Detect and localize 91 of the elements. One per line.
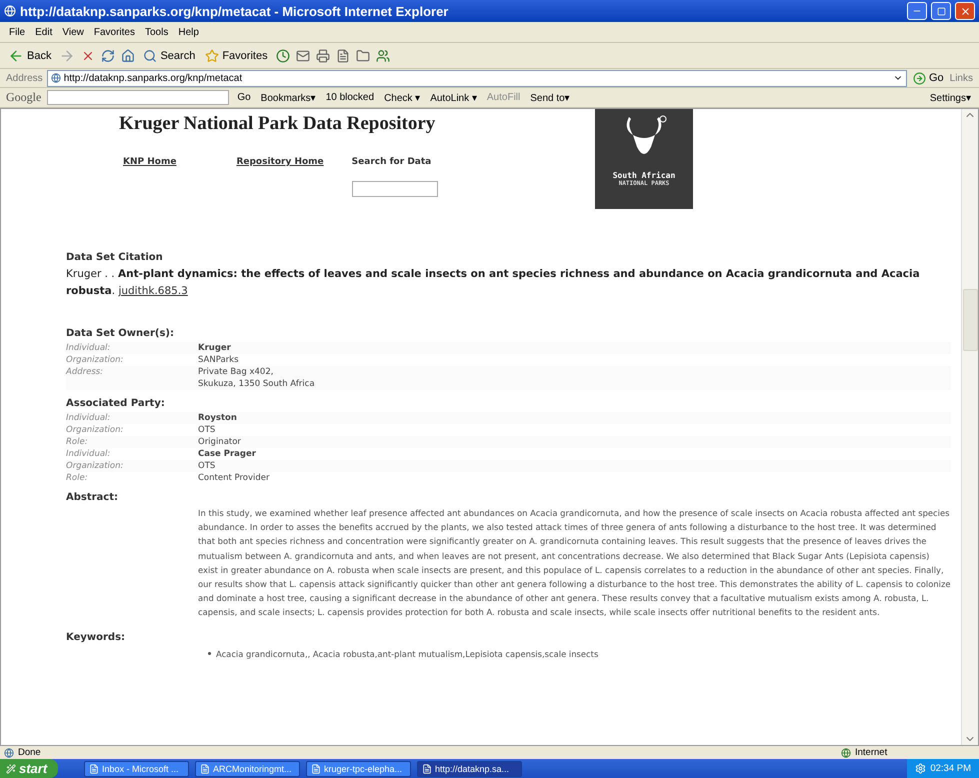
page-icon [4, 748, 14, 758]
minimize-button[interactable] [907, 2, 927, 20]
menu-item[interactable]: Favorites [90, 26, 138, 38]
maximize-button[interactable] [931, 2, 951, 20]
citation-link[interactable]: judithk.685.3 [118, 285, 188, 297]
search-input[interactable] [352, 181, 438, 197]
taskbar-button[interactable]: ARCMonitoringmt... [195, 760, 300, 776]
favorites-button[interactable]: Favorites [203, 48, 270, 62]
field-label: Address: [66, 366, 104, 379]
close-button[interactable] [955, 2, 975, 20]
print-button[interactable] [316, 48, 330, 62]
search-button[interactable]: Search [141, 48, 198, 62]
bullet-icon [208, 652, 211, 656]
field-label: Organization: [66, 424, 124, 436]
globe-icon [841, 748, 851, 758]
document-icon [311, 764, 321, 774]
zone-text: Internet [855, 747, 888, 758]
start-button[interactable]: start [0, 759, 58, 778]
window-title: http://dataknp.sanparks.org/knp/metacat - Microsoft Internet Explorer [20, 4, 450, 18]
field-label: Individual: [66, 448, 112, 460]
section-heading: Associated Party: [66, 398, 166, 409]
menu-item[interactable]: Help [175, 26, 202, 38]
menu-item[interactable]: Tools [142, 26, 172, 38]
refresh-button[interactable] [101, 48, 116, 62]
field-value: Originator [198, 436, 241, 448]
citation-text: Kruger . . Ant-plant dynamics: the effects of leaves and scale insects on ant species richness and abundance on Acacia grandicornuta and Acacia robusta. judithk.685.3 [66, 267, 921, 299]
menu-item[interactable]: File [6, 26, 28, 38]
go-button[interactable]: Go [910, 72, 946, 84]
toolbar-item[interactable]: Bookmarks▾ [258, 92, 318, 104]
site-title: Kruger National Park Data Repository [119, 113, 436, 135]
toolbar-item[interactable]: Check ▾ [382, 92, 422, 104]
edit-button[interactable] [336, 48, 350, 62]
field-label: Role: [66, 472, 89, 484]
wand-icon [6, 764, 16, 774]
taskbar-button[interactable]: http://dataknp.sa... [417, 760, 522, 776]
section-heading: Data Set Owner(s): [66, 328, 175, 339]
home-button[interactable] [121, 48, 136, 62]
maximize-icon [936, 6, 946, 16]
taskbar-button[interactable]: Inbox - Microsoft ... [84, 760, 189, 776]
messenger-button[interactable] [376, 48, 390, 62]
field-label: Individual: [66, 412, 112, 424]
toolbar-item[interactable]: Go [235, 92, 253, 103]
links-label[interactable]: Links [950, 72, 973, 84]
field-value: Skukuza, 1350 South Africa [198, 378, 315, 390]
page-icon [50, 73, 61, 83]
field-label: Organization: [66, 354, 124, 366]
mail-button[interactable] [296, 48, 310, 62]
clock-text: 02:34 PM [930, 763, 971, 774]
address-field[interactable]: http://dataknp.sanparks.org/knp/metacat [46, 70, 907, 86]
toolbar-item[interactable]: AutoLink ▾ [428, 92, 479, 104]
field-value: Case Prager [198, 448, 256, 460]
close-icon [960, 6, 970, 16]
field-value: OTS [198, 460, 216, 472]
section-heading: Keywords: [66, 632, 126, 643]
status-text: Done [18, 747, 41, 758]
field-label: Role: [66, 436, 89, 448]
field-label: Organization: [66, 460, 124, 472]
address-label: Address [6, 72, 43, 84]
field-value: SANParks [198, 354, 239, 366]
folder-button[interactable] [356, 48, 370, 62]
menu-item[interactable]: View [59, 26, 87, 38]
taskbar-button[interactable]: kruger-tpc-elepha... [306, 760, 411, 776]
search-label: Search for Data [352, 157, 432, 167]
field-value: Content Provider [198, 472, 270, 484]
toolbar-item[interactable]: 10 blocked [324, 92, 376, 103]
keyword-text: Acacia grandicornuta,, Acacia robusta,ant-plant mutualism,Lepisiota capensis,scale insects [216, 648, 598, 659]
menu-item[interactable]: Edit [32, 26, 56, 38]
search-icon [143, 48, 158, 62]
field-value: Royston [198, 412, 237, 424]
scroll-thumb[interactable] [962, 289, 978, 351]
section-heading: Data Set Citation [66, 252, 164, 263]
google-logo: Google [6, 90, 42, 105]
section-heading: Abstract: [66, 492, 120, 503]
back-button[interactable]: Back [6, 48, 54, 64]
field-label: Individual: [66, 342, 112, 354]
field-value: Kruger [198, 342, 231, 354]
toolbar-item[interactable]: Send to▾ [528, 92, 572, 104]
nav-link[interactable]: Repository Home [236, 157, 324, 167]
document-icon [200, 764, 210, 774]
tray-icon[interactable] [915, 763, 926, 774]
globe-icon [4, 5, 16, 17]
document-icon [422, 764, 432, 774]
nav-link[interactable]: KNP Home [123, 157, 176, 167]
field-value: Private Bag x402, [198, 366, 274, 378]
settings-button[interactable]: Settings▾ [928, 92, 973, 104]
field-value: OTS [198, 424, 216, 436]
history-button[interactable] [276, 48, 290, 62]
abstract-text: In this study, we examined whether leaf presence affected ant abundances on Acacia grandicornuta, and how the presence of scale insects on Acacia robusta affected ant species abundance. In order to asses the benefits accrued by the plants, we also tested attack times of three genera of ants following a disturbance to the host tree. It was determined that both ant species richness and concentration were significantly greater on A. grandicornuta containing leaves. This result suggests that the presence of leaves drives the mutualism between A. grandicornuta and ants, and when leaves are not present, ant concentrations decrease. We also determined that Black Sugar Ants (Lepisiota capensis) exist in greater abundance on A. robusta when scale insects are present, and this populace of L. capensis correlates to a reduction in the abundance of other ant species. Finally, our results show that L. capensis attack significantly quicker than other ant genera following a disturbance to the host tree. This demonstrates the ability of L. capensis to colonize and dominate a host tree, causing a significant decrease in the abundance of other ant genera. These results convey that a facultative mutualism exists among A. robusta, L. capensis, and scale insects; L. capensis provides protection for both A. robusta and scale insects, while scale insects offer nutritional benefits to the resident ants. [198, 507, 951, 620]
document-icon [89, 764, 99, 774]
star-icon [205, 48, 220, 62]
search-field[interactable] [47, 90, 230, 105]
